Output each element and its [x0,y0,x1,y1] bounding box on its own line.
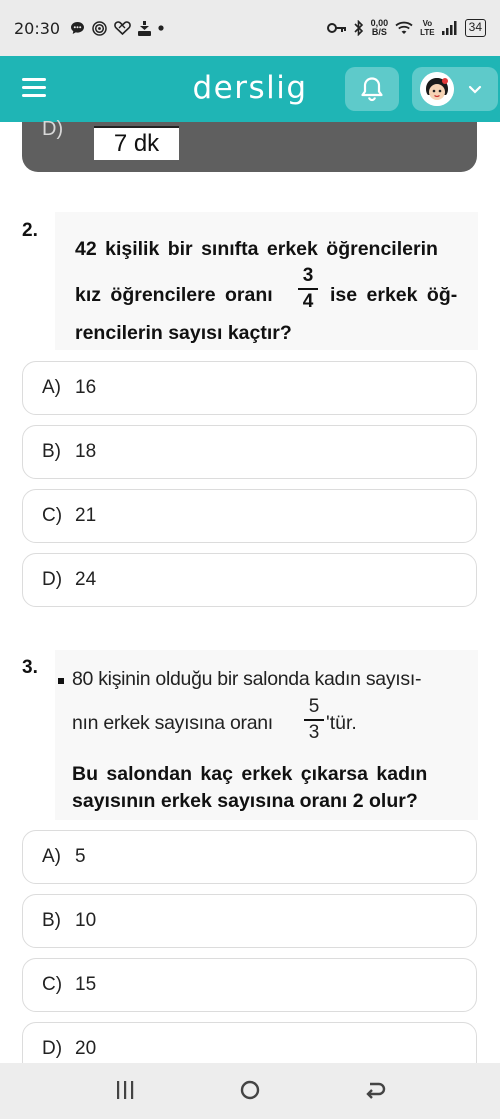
bullet [58,678,64,684]
fraction-numerator: 5 [308,696,320,717]
question-image: 80 kişinin olduğu bir salonda kadın sayı… [55,650,478,820]
chevron-down-icon [468,85,482,94]
option-letter: C) [42,974,63,995]
option-value: 20 [75,1038,97,1059]
question-text-line: nın erkek sayısına oranı [72,712,273,734]
fraction: 5 3 [304,696,324,744]
option-letter: A) [42,377,61,398]
status-notification-icons [70,20,164,36]
option-b[interactable]: B) 18 [22,425,477,479]
wifi-icon [395,21,413,34]
question-text-line: rencilerin sayısı kaçtır? [75,322,292,344]
volte-indicator: Vo LTE [420,19,435,37]
fraction: 3 4 [298,265,318,313]
previous-question-selected-option[interactable]: D) 7 dk [22,118,477,172]
recent-apps-icon[interactable] [115,1079,135,1101]
option-value: 15 [75,974,97,995]
avatar [420,72,454,106]
option-c[interactable]: C) 21 [22,489,477,543]
profile-menu-button[interactable] [412,67,498,111]
option-value: 24 [75,569,97,590]
heart-icon [114,21,131,35]
question-text-line: ise erkek öğ- [330,284,458,306]
status-time: 20:30 [14,18,61,38]
option-letter: A) [42,846,61,867]
question-text-line: Bu salondan kaç erkek çıkarsa kadın [72,763,428,785]
option-a[interactable]: A) 5 [22,830,477,884]
option-letter: D) [42,569,63,590]
option-value: 5 [75,846,86,867]
option-letter: B) [42,441,61,462]
home-icon[interactable] [239,1079,261,1101]
net-speed: 0,00 B/S [370,18,389,37]
question-number: 2. [22,220,38,241]
option-b[interactable]: B) 10 [22,894,477,948]
download-icon [138,20,152,36]
question-text-line: 'tür. [326,712,357,734]
key-icon [326,23,346,33]
signal-icon [441,21,457,35]
option-value: 7 dk [94,126,179,160]
option-value: 18 [75,441,97,462]
option-value: 10 [75,910,97,931]
notifications-button[interactable] [345,67,399,111]
question-text-line: 42 kişilik bir sınıfta erkek öğrencileri… [75,238,438,260]
fraction-denominator: 3 [308,722,320,743]
system-navigation-bar [0,1063,500,1119]
question-text-line: sayısının erkek sayısına oranı 2 olur? [72,790,418,812]
status-bar: 20:30 0,00 B/S Vo LTE 34 [0,0,500,56]
fraction-numerator: 3 [302,265,314,286]
bluetooth-icon [354,20,363,36]
question-text-line: 80 kişinin olduğu bir salonda kadın sayı… [72,668,422,690]
option-letter: D) [42,1038,63,1059]
option-a[interactable]: A) 16 [22,361,477,415]
target-icon [92,20,107,36]
option-letter: C) [42,505,63,526]
option-value: 21 [75,505,97,526]
question-number: 3. [22,657,38,678]
battery-indicator: 34 [464,19,486,37]
app-header: derslig [0,56,500,122]
back-icon[interactable] [364,1079,386,1101]
option-c[interactable]: C) 15 [22,958,477,1012]
dot-icon [158,25,164,31]
question-text-line: kız öğrencilere oranı [75,284,273,306]
option-value: 16 [75,377,97,398]
option-letter: B) [42,910,61,931]
bell-icon [361,77,383,102]
option-letter: D) [42,118,64,140]
question-image: 42 kişilik bir sınıfta erkek öğrencileri… [55,212,478,350]
option-d[interactable]: D) 24 [22,553,477,607]
fraction-denominator: 4 [302,291,314,312]
status-system-icons: 0,00 B/S Vo LTE 34 [326,18,486,37]
chat-bubble-icon [71,22,85,34]
